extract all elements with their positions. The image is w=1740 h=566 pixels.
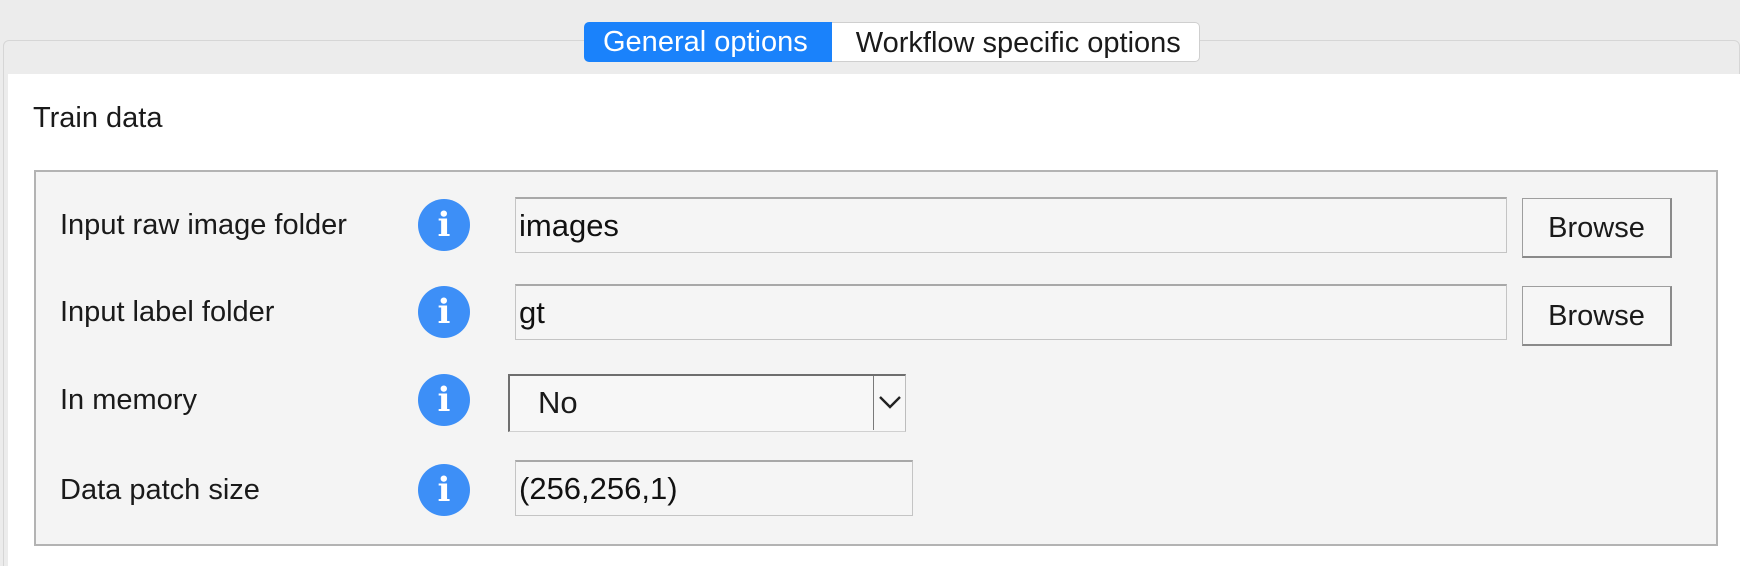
in-memory-selected-value: No	[538, 385, 578, 420]
tab-general-options[interactable]: General options	[584, 22, 832, 62]
info-icon[interactable]: i	[418, 464, 470, 516]
raw-image-folder-browse-button[interactable]: Browse	[1522, 198, 1672, 258]
label-folder-browse-button[interactable]: Browse	[1522, 286, 1672, 346]
info-icon[interactable]: i	[418, 199, 470, 251]
label-folder-label: Input label folder	[60, 296, 275, 328]
label-folder-input[interactable]	[515, 284, 1507, 340]
in-memory-label: In memory	[60, 384, 197, 416]
in-memory-select[interactable]: No	[508, 374, 906, 432]
raw-image-folder-input[interactable]	[515, 197, 1507, 253]
section-title-train-data: Train data	[33, 102, 163, 134]
info-icon[interactable]: i	[418, 374, 470, 426]
info-icon[interactable]: i	[418, 286, 470, 338]
tab-bar: General options Workflow specific option…	[584, 22, 1200, 62]
tab-workflow-specific-options[interactable]: Workflow specific options	[831, 22, 1200, 62]
settings-window: General options Workflow specific option…	[0, 0, 1740, 566]
chevron-down-icon[interactable]	[873, 376, 905, 430]
patch-size-input[interactable]	[515, 460, 913, 516]
patch-size-label: Data patch size	[60, 474, 260, 506]
raw-image-folder-label: Input raw image folder	[60, 209, 347, 241]
